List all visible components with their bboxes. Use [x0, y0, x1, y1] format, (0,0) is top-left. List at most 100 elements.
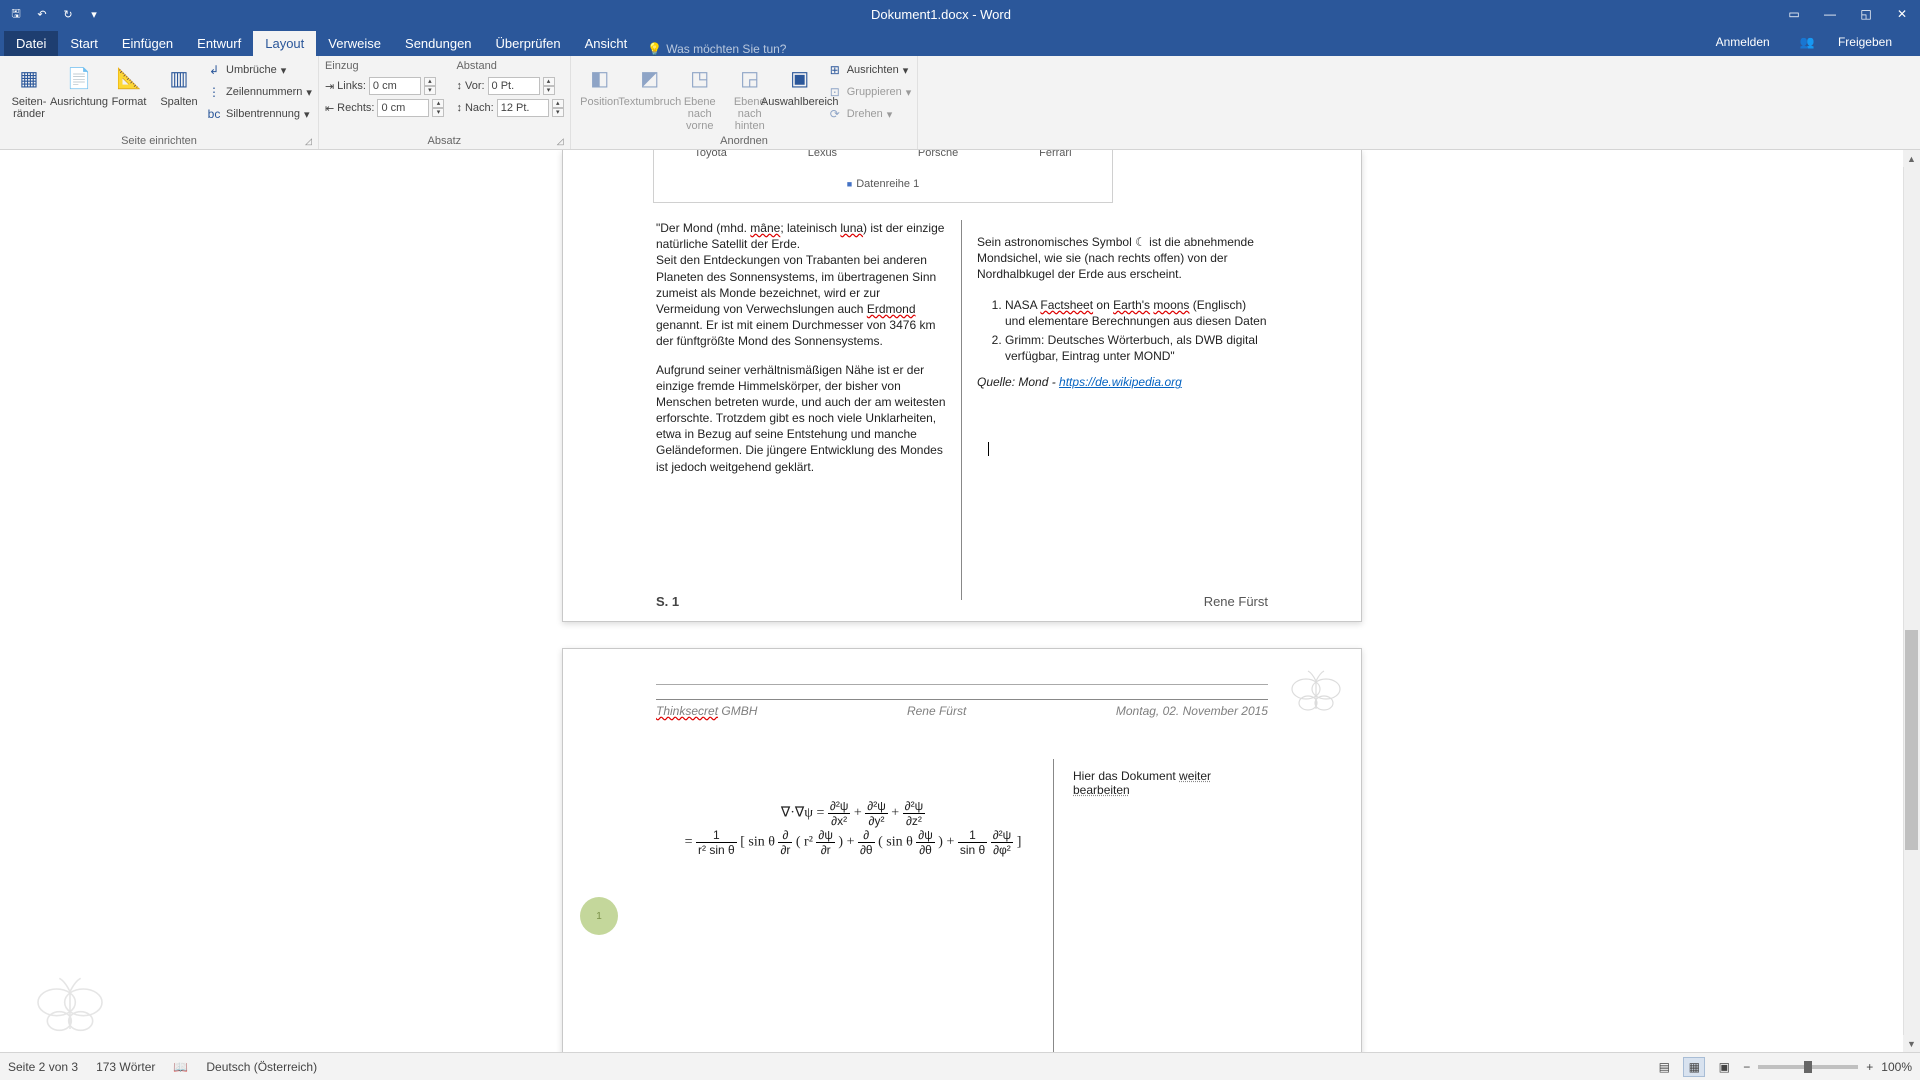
- dialog-launcher-absatz[interactable]: ◿: [557, 136, 564, 147]
- save-icon: 🖫: [11, 5, 20, 24]
- group-seite-einrichten: ▦Seiten- ränder 📄Ausrichtung 📐Format ▥Sp…: [0, 56, 319, 149]
- status-language[interactable]: Deutsch (Österreich): [206, 1060, 317, 1074]
- wrap-button[interactable]: ◩Textumbruch: [627, 58, 673, 108]
- redo-button[interactable]: ↻: [56, 3, 80, 25]
- zoom-in-button[interactable]: +: [1866, 1060, 1873, 1074]
- scroll-thumb[interactable]: [1905, 630, 1918, 850]
- spin-down[interactable]: ▾: [552, 108, 564, 117]
- tab-start[interactable]: Start: [58, 31, 109, 56]
- indent-right-icon: ⇤: [325, 102, 334, 115]
- view-read-button[interactable]: ▤: [1653, 1057, 1675, 1077]
- ribbon-display-button[interactable]: ▭: [1776, 0, 1812, 28]
- tell-me-search[interactable]: 💡Was möchten Sie tun?: [639, 42, 786, 56]
- window-title: Dokument1.docx - Word: [106, 7, 1776, 22]
- source-line: Quelle: Mond - https://de.wikipedia.org: [977, 374, 1268, 390]
- zoom-out-button[interactable]: −: [1743, 1060, 1750, 1074]
- tab-ueberpruefen[interactable]: Überprüfen: [484, 31, 573, 56]
- spin-up[interactable]: ▴: [543, 77, 555, 86]
- rotate-button[interactable]: ⟳Drehen▾: [827, 104, 912, 124]
- spin-down[interactable]: ▾: [432, 108, 444, 117]
- sign-in-button[interactable]: Anmelden: [1706, 35, 1780, 49]
- status-words[interactable]: 173 Wörter: [96, 1060, 155, 1074]
- zoom-slider[interactable]: [1758, 1065, 1858, 1069]
- chart-cat-2: Porsche: [918, 150, 958, 159]
- size-button[interactable]: 📐Format: [106, 58, 152, 108]
- scroll-up-button[interactable]: ▲: [1903, 150, 1920, 167]
- maximize-button[interactable]: ◱: [1848, 0, 1884, 28]
- status-page[interactable]: Seite 2 von 3: [8, 1060, 78, 1074]
- spin-down[interactable]: ▾: [424, 86, 436, 95]
- laplacian-formula: ∇·∇ψ = ∂²ψ∂x² + ∂²ψ∂y² + ∂²ψ∂z² = 1r² si…: [663, 799, 1043, 857]
- close-button[interactable]: ✕: [1884, 0, 1920, 28]
- group-label-absatz: Absatz◿: [325, 135, 564, 149]
- share-button[interactable]: 👥 Freigeben: [1780, 35, 1912, 49]
- align-icon: ⊞: [827, 62, 843, 78]
- vertical-scrollbar[interactable]: ▲ ▼: [1903, 150, 1920, 1052]
- tab-datei[interactable]: Datei: [4, 31, 58, 56]
- line-numbers-button[interactable]: ⋮Zeilennummern▾: [206, 82, 312, 102]
- bring-forward-button[interactable]: ◳Ebene nach vorne: [677, 58, 723, 132]
- spin-down[interactable]: ▾: [543, 86, 555, 95]
- source-link[interactable]: https://de.wikipedia.org: [1059, 375, 1182, 389]
- spacing-before-input[interactable]: 0 Pt.: [488, 77, 540, 95]
- position-button[interactable]: ◧Position: [577, 58, 623, 108]
- zoom-level[interactable]: 100%: [1881, 1060, 1912, 1074]
- hyphenation-button[interactable]: bcSilbentrennung▾: [206, 104, 312, 124]
- document-canvas[interactable]: Toyota Lexus Porsche Ferrari Datenreihe …: [0, 150, 1920, 1052]
- margins-button[interactable]: ▦Seiten- ränder: [6, 58, 52, 120]
- spelling-factsheet: Factsheet: [1040, 298, 1093, 312]
- chevron-down-icon: ▾: [906, 86, 912, 99]
- column-right: Sein astronomisches Symbol ☾ ist die abn…: [977, 220, 1268, 475]
- align-button[interactable]: ⊞Ausrichten▾: [827, 60, 912, 80]
- spelling-earths: Earth's: [1113, 298, 1150, 312]
- spacing-after-input[interactable]: 12 Pt.: [497, 99, 549, 117]
- view-web-button[interactable]: ▣: [1713, 1057, 1735, 1077]
- breaks-label: Umbrüche: [226, 64, 277, 76]
- tab-entwurf[interactable]: Entwurf: [185, 31, 253, 56]
- chart-categories: Toyota Lexus Porsche Ferrari: [654, 150, 1112, 159]
- columns-button[interactable]: ▥Spalten: [156, 58, 202, 108]
- margins-label: Seiten- ränder: [12, 94, 47, 120]
- undo-button[interactable]: ↶: [30, 3, 54, 25]
- footer-author: Rene Fürst: [1204, 594, 1268, 609]
- dialog-launcher-seite[interactable]: ◿: [305, 136, 312, 147]
- title-bar: 🖫 ↶ ↻ ▾ Dokument1.docx - Word ▭ — ◱ ✕: [0, 0, 1920, 28]
- column-divider-p2: [1053, 759, 1054, 1052]
- butterfly-watermark: [1286, 669, 1346, 719]
- tab-ansicht[interactable]: Ansicht: [573, 31, 640, 56]
- scroll-down-button[interactable]: ▼: [1903, 1035, 1920, 1052]
- rotate-icon: ⟳: [827, 106, 843, 122]
- group-button[interactable]: ⊡Gruppieren▾: [827, 82, 912, 102]
- zoom-thumb[interactable]: [1804, 1061, 1812, 1073]
- text-cursor: [988, 442, 989, 456]
- tab-verweise[interactable]: Verweise: [316, 31, 393, 56]
- para-intro: "Der Mond (mhd. mâne; lateinisch luna) i…: [656, 220, 947, 252]
- send-backward-button[interactable]: ◲Ebene nach hinten: [727, 58, 773, 132]
- indent-right-input[interactable]: 0 cm: [377, 99, 429, 117]
- spin-up[interactable]: ▴: [424, 77, 436, 86]
- undo-icon: ↶: [37, 8, 46, 21]
- tab-layout[interactable]: Layout: [253, 31, 316, 56]
- breaks-button[interactable]: ↲Umbrüche▾: [206, 60, 312, 80]
- chevron-down-icon: ▾: [281, 64, 287, 77]
- qat-customize-button[interactable]: ▾: [82, 3, 106, 25]
- save-button[interactable]: 🖫: [4, 3, 28, 25]
- tab-sendungen[interactable]: Sendungen: [393, 31, 484, 56]
- spin-up[interactable]: ▴: [432, 99, 444, 108]
- list-item: NASA Factsheet on Earth's moons (Englisc…: [1005, 297, 1268, 329]
- tab-einfuegen[interactable]: Einfügen: [110, 31, 185, 56]
- orientation-button[interactable]: 📄Ausrichtung: [56, 58, 102, 108]
- page-number: S. 1: [656, 594, 679, 609]
- indent-left-input[interactable]: 0 cm: [369, 77, 421, 95]
- quick-access-toolbar: 🖫 ↶ ↻ ▾: [0, 3, 106, 25]
- indent-left-icon: ⇥: [325, 80, 334, 93]
- spin-up[interactable]: ▴: [552, 99, 564, 108]
- status-proofing-icon[interactable]: 📖: [173, 1060, 188, 1074]
- selection-pane-button[interactable]: ▣Auswahlbereich: [777, 58, 823, 108]
- page-footer: S. 1 Rene Fürst: [656, 594, 1268, 609]
- view-print-button[interactable]: ▦: [1683, 1057, 1705, 1077]
- tell-me-placeholder: Was möchten Sie tun?: [666, 42, 786, 56]
- minimize-button[interactable]: —: [1812, 0, 1848, 28]
- spelling-thinksecret: Thinksecret: [656, 704, 718, 718]
- orientation-icon: 📄: [63, 62, 95, 94]
